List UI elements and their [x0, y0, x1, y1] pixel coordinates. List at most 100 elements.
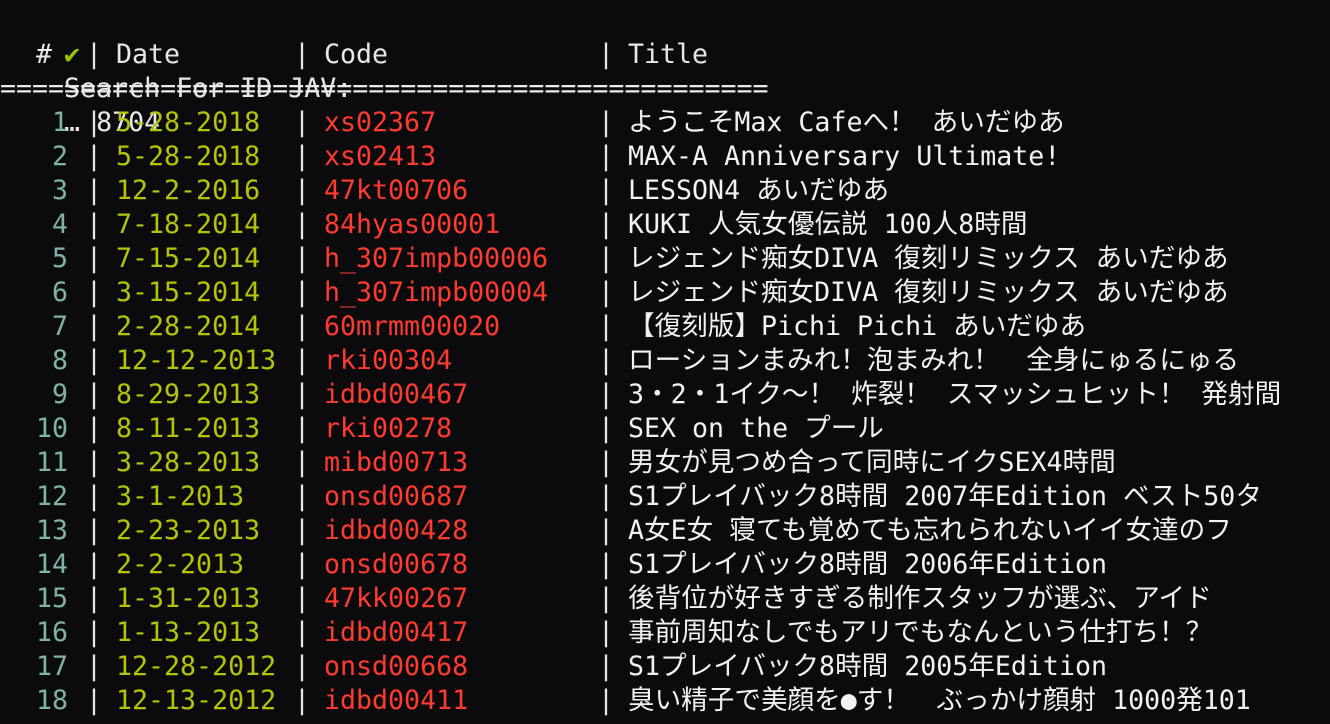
separator: |: [598, 277, 615, 308]
separator: |: [598, 311, 615, 342]
table-row: 15 | 1-31-2013 | 47kk00267 | 後背位が好きすぎる制作スタッフが選…: [0, 582, 1330, 616]
separator: |: [86, 141, 103, 172]
table-row: 18 | 12-13-2012 | idbd00411 | 臭い精子で美顔を●す！ ぶっかけ…: [0, 684, 1330, 718]
table-row: 12 | 3-1-2013 | onsd00687 | S1プレイバック8時間 2007年E…: [0, 480, 1330, 514]
separator: |: [294, 107, 311, 138]
separator: |: [294, 277, 311, 308]
table-body: 1 | 5-28-2018 | xs02367 | ようこそMax Cafeへ！ あいだゆあ…: [0, 106, 1330, 718]
separator: |: [598, 583, 615, 614]
table-row: 6 | 3-15-2014 | h_307impb00004 | レジェンド痴女DIVA 復…: [0, 276, 1330, 310]
row-number: 7: [51, 311, 68, 342]
row-title: 臭い精子で美顔を●す！ ぶっかけ顔射 1000発101: [628, 685, 1251, 716]
separator: |: [86, 413, 103, 444]
separator: |: [86, 481, 103, 512]
row-title: LESSON4 あいだゆあ: [628, 175, 890, 206]
row-title: SEX on the プール: [628, 413, 884, 444]
separator: |: [86, 651, 103, 682]
row-number: 11: [35, 447, 68, 478]
separator: |: [86, 549, 103, 580]
row-code: 47kk00267: [324, 583, 469, 614]
row-code: h_307impb00006: [324, 243, 549, 274]
separator: |: [294, 39, 311, 70]
separator: |: [86, 617, 103, 648]
separator: |: [294, 685, 311, 716]
row-number: 2: [51, 141, 68, 172]
row-date: 12-28-2012: [116, 651, 277, 682]
terminal-window[interactable]: ✔ Search For ID JAV: … 8704 # | Date | C…: [0, 4, 1330, 724]
row-date: 12-2-2016: [116, 175, 261, 206]
separator: |: [86, 277, 103, 308]
separator: |: [294, 549, 311, 580]
row-date: 3-28-2013: [116, 447, 261, 478]
table-row: 11 | 3-28-2013 | mibd00713 | 男女が見つめ合って同時にイクSEX…: [0, 446, 1330, 480]
row-code: h_307impb00004: [324, 277, 549, 308]
separator: |: [294, 617, 311, 648]
header-title: Title: [628, 39, 709, 70]
row-date: 5-28-2018: [116, 107, 261, 138]
row-date: 2-28-2014: [116, 311, 261, 342]
separator: |: [86, 685, 103, 716]
table-row: 16 | 1-13-2013 | idbd00417 | 事前周知なしでもアリでもなんという…: [0, 616, 1330, 650]
row-number: 15: [35, 583, 68, 614]
row-title: 事前周知なしでもアリでもなんという仕打ち！？: [628, 617, 1213, 648]
row-code: rki00304: [324, 345, 453, 376]
row-number: 16: [35, 617, 68, 648]
row-code: onsd00668: [324, 651, 469, 682]
separator: |: [86, 515, 103, 546]
separator: |: [598, 209, 615, 240]
table-row: 13 | 2-23-2013 | idbd00428 | A女E女 寝ても覚めても忘れられな…: [0, 514, 1330, 548]
row-code: mibd00713: [324, 447, 469, 478]
header-rule: ========================================…: [0, 73, 769, 104]
separator: |: [598, 243, 615, 274]
separator: |: [598, 515, 615, 546]
row-number: 13: [35, 515, 68, 546]
row-code: rki00278: [324, 413, 453, 444]
row-title: KUKI 人気女優伝説 100人8時間: [628, 209, 1028, 240]
separator: |: [86, 209, 103, 240]
separator: |: [598, 685, 615, 716]
separator: |: [294, 175, 311, 206]
row-date: 7-15-2014: [116, 243, 261, 274]
table-row: 10 | 8-11-2013 | rki00278 | SEX on the プール: [0, 412, 1330, 446]
separator: |: [294, 311, 311, 342]
row-title: MAX-A Anniversary Ultimate!: [628, 141, 1061, 172]
row-number: 14: [35, 549, 68, 580]
table-row: 14 | 2-2-2013 | onsd00678 | S1プレイバック8時間 2006年E…: [0, 548, 1330, 582]
row-date: 12-13-2012: [116, 685, 277, 716]
row-number: 5: [51, 243, 68, 274]
separator: |: [294, 413, 311, 444]
row-number: 1: [51, 107, 68, 138]
row-date: 1-31-2013: [116, 583, 261, 614]
separator: |: [86, 39, 103, 70]
row-number: 8: [51, 345, 68, 376]
row-date: 12-12-2013: [116, 345, 277, 376]
row-number: 6: [51, 277, 68, 308]
row-title: S1プレイバック8時間 2007年Edition ベスト50タ: [628, 481, 1262, 512]
row-date: 5-28-2018: [116, 141, 261, 172]
row-title: 3・2・1イク～！ 炸裂！ スマッシュヒット！ 発射間: [628, 379, 1282, 410]
separator: |: [598, 345, 615, 376]
row-date: 8-29-2013: [116, 379, 261, 410]
separator: |: [294, 209, 311, 240]
separator: |: [598, 175, 615, 206]
row-number: 17: [35, 651, 68, 682]
separator: |: [294, 651, 311, 682]
row-date: 7-18-2014: [116, 209, 261, 240]
row-date: 2-23-2013: [116, 515, 261, 546]
table-row: 1 | 5-28-2018 | xs02367 | ようこそMax Cafeへ！ あいだゆあ: [0, 106, 1330, 140]
separator: |: [598, 107, 615, 138]
row-date: 8-11-2013: [116, 413, 261, 444]
separator: |: [294, 515, 311, 546]
header-num: #: [35, 39, 52, 70]
separator: |: [598, 447, 615, 478]
row-title: S1プレイバック8時間 2005年Edition: [628, 651, 1107, 682]
table-header: # | Date | Code | Title: [0, 38, 1330, 72]
separator: |: [598, 379, 615, 410]
row-code: idbd00428: [324, 515, 469, 546]
row-code: idbd00467: [324, 379, 469, 410]
separator: |: [598, 651, 615, 682]
row-number: 4: [51, 209, 68, 240]
separator: |: [598, 141, 615, 172]
separator: |: [294, 141, 311, 172]
separator: |: [294, 481, 311, 512]
